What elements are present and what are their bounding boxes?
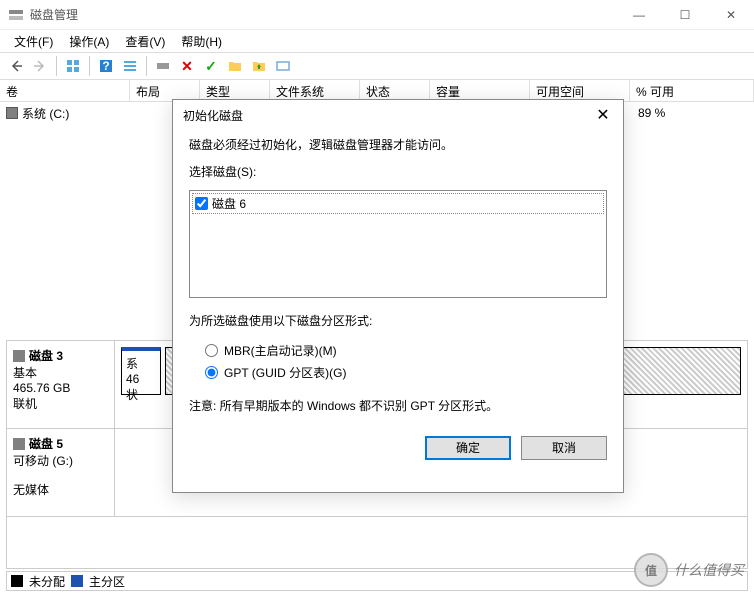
delete-icon[interactable]: ✕ [175, 54, 199, 78]
menu-bar: 文件(F) 操作(A) 查看(V) 帮助(H) [0, 30, 754, 52]
folder-up-icon[interactable] [247, 54, 271, 78]
col-free[interactable]: 可用空间 [530, 80, 630, 101]
col-fs[interactable]: 文件系统 [270, 80, 360, 101]
minimize-button[interactable]: — [616, 0, 662, 30]
card-icon[interactable] [271, 54, 295, 78]
watermark-text: 什么值得买 [674, 560, 744, 580]
legend-primary: 主分区 [89, 573, 125, 590]
gpt-radio[interactable] [205, 366, 218, 379]
dialog-buttons: 确定 取消 [173, 436, 623, 460]
menu-file[interactable]: 文件(F) [6, 31, 61, 52]
mbr-option[interactable]: MBR(主启动记录)(M) [205, 339, 607, 361]
partition-style-group: MBR(主启动记录)(M) GPT (GUID 分区表)(G) [189, 339, 607, 383]
menu-action[interactable]: 操作(A) [61, 31, 117, 52]
watermark: 值 什么值得买 [634, 553, 744, 587]
volume-name: 系统 (C:) [22, 105, 138, 122]
ok-button[interactable]: 确定 [425, 436, 511, 460]
col-type[interactable]: 类型 [200, 80, 270, 101]
window-controls: — ☐ ✕ [616, 0, 754, 30]
close-button[interactable]: ✕ [708, 0, 754, 30]
toolbar: ? ✕ ✓ [0, 52, 754, 80]
folder-icon[interactable] [223, 54, 247, 78]
col-capacity[interactable]: 容量 [430, 80, 530, 101]
disk-list-item[interactable]: 磁盘 6 [192, 193, 604, 214]
check-icon[interactable]: ✓ [199, 54, 223, 78]
svg-text:?: ? [102, 59, 109, 73]
partition-style-label: 为所选磁盘使用以下磁盘分区形式: [189, 312, 607, 329]
tool-grid-icon[interactable] [61, 54, 85, 78]
disk5-label: 磁盘 5 可移动 (G:) 无媒体 [7, 429, 115, 516]
dialog-message: 磁盘必须经过初始化，逻辑磁盘管理器才能访问。 [189, 136, 607, 153]
disk6-label: 磁盘 6 [212, 195, 246, 212]
cancel-button[interactable]: 取消 [521, 436, 607, 460]
col-volume[interactable]: 卷 [0, 80, 130, 101]
col-status[interactable]: 状态 [360, 80, 430, 101]
gpt-option[interactable]: GPT (GUID 分区表)(G) [205, 361, 607, 383]
gpt-note: 注意: 所有早期版本的 Windows 都不识别 GPT 分区形式。 [189, 397, 607, 414]
menu-help[interactable]: 帮助(H) [173, 31, 230, 52]
legend-swatch-unalloc [11, 575, 23, 587]
col-pct[interactable]: % 可用 [630, 80, 754, 101]
dialog-titlebar: 初始化磁盘 ✕ [173, 100, 623, 130]
disk-icon [13, 438, 25, 450]
back-button[interactable] [4, 54, 28, 78]
menu-view[interactable]: 查看(V) [117, 31, 173, 52]
title-bar: 磁盘管理 — ☐ ✕ [0, 0, 754, 30]
maximize-button[interactable]: ☐ [662, 0, 708, 30]
app-icon [8, 7, 24, 23]
watermark-badge: 值 [634, 553, 668, 587]
dialog-title: 初始化磁盘 [183, 107, 583, 124]
help-icon[interactable]: ? [94, 54, 118, 78]
disk-icon [13, 350, 25, 362]
window-title: 磁盘管理 [30, 6, 616, 23]
disk-listbox[interactable]: 磁盘 6 [189, 190, 607, 298]
tool-list-icon[interactable] [118, 54, 142, 78]
forward-button[interactable] [28, 54, 52, 78]
disk6-checkbox[interactable] [195, 197, 208, 210]
select-disk-label: 选择磁盘(S): [189, 163, 607, 180]
initialize-disk-dialog: 初始化磁盘 ✕ 磁盘必须经过初始化，逻辑磁盘管理器才能访问。 选择磁盘(S): … [172, 99, 624, 493]
partition[interactable]: 系46状 [121, 347, 161, 395]
disk3-label: 磁盘 3 基本 465.76 GB 联机 [7, 341, 115, 428]
volume-pct: 89 % [638, 106, 665, 120]
col-layout[interactable]: 布局 [130, 80, 200, 101]
dialog-close-button[interactable]: ✕ [583, 100, 623, 130]
mbr-radio[interactable] [205, 344, 218, 357]
legend-unalloc: 未分配 [29, 573, 65, 590]
legend-swatch-primary [71, 575, 83, 587]
disk-icon[interactable] [151, 54, 175, 78]
volume-icon [6, 107, 18, 119]
